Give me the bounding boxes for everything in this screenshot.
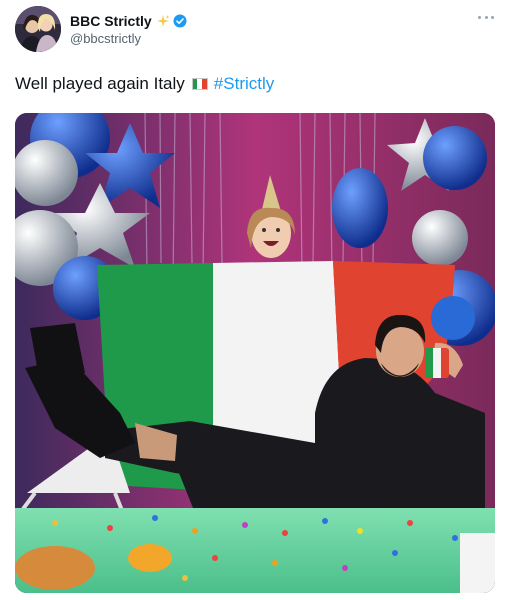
tweet-photo[interactable] <box>15 113 495 593</box>
tweet-body: Well played again Italy <box>15 74 185 93</box>
tweet-text: Well played again Italy #Strictly <box>15 74 274 94</box>
sparkles-icon <box>156 15 170 27</box>
italy-flag-icon <box>191 78 208 90</box>
more-options-icon[interactable] <box>478 14 494 20</box>
author-row: BBC Strictly <box>70 13 187 29</box>
avatar[interactable] <box>15 6 61 52</box>
display-name[interactable]: BBC Strictly <box>70 13 152 29</box>
author-handle[interactable]: @bbcstrictly <box>70 31 141 46</box>
hashtag-link[interactable]: #Strictly <box>214 74 274 94</box>
verified-badge-icon <box>173 14 187 28</box>
tweet-card: BBC Strictly @bbcstrictly Well played ag… <box>0 0 510 600</box>
